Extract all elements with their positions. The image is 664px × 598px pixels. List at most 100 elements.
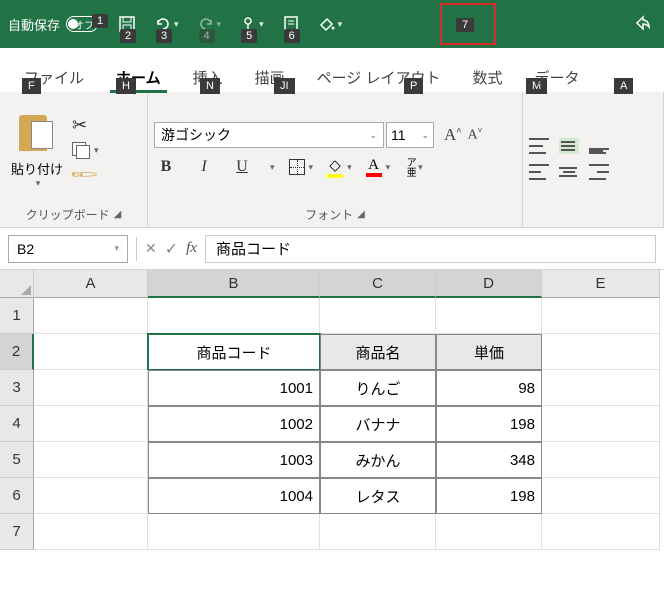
cell[interactable]	[542, 334, 660, 370]
save-button[interactable]: 2	[118, 15, 136, 33]
cut-button[interactable]: ✂	[72, 115, 99, 136]
cell[interactable]: バナナ	[320, 406, 436, 442]
align-center-button[interactable]	[559, 164, 579, 180]
underline-button[interactable]: U	[230, 158, 254, 176]
cell[interactable]	[34, 514, 148, 550]
col-header-E[interactable]: E	[542, 270, 660, 298]
fx-button[interactable]: fx	[186, 240, 197, 257]
tab-data[interactable]: データ	[521, 61, 594, 92]
bold-button[interactable]: B	[154, 158, 178, 176]
cell[interactable]	[320, 298, 436, 334]
key-badge-3: 3	[156, 29, 172, 43]
font-name-select[interactable]: 游ゴシック⌄	[154, 122, 384, 148]
cell[interactable]: りんご	[320, 370, 436, 406]
fill-color-button[interactable]: ◇ ▾	[327, 156, 352, 178]
spreadsheet-grid: A B C D E 1 2 商品コード 商品名 単価 3 1001 りんご 98…	[0, 270, 664, 550]
key-badge-4: 4	[199, 29, 215, 43]
cell-B2[interactable]: 商品コード	[148, 334, 320, 370]
tab-formula[interactable]: 数式	[458, 61, 516, 92]
cancel-formula-button[interactable]: ✕	[145, 240, 157, 257]
font-color-button[interactable]: A ▾	[366, 158, 391, 177]
cell[interactable]	[148, 514, 320, 550]
cell[interactable]: レタス	[320, 478, 436, 514]
name-box[interactable]: B2▾	[8, 235, 128, 263]
cell[interactable]	[34, 334, 148, 370]
formula-input[interactable]: 商品コード	[205, 235, 656, 263]
select-all-corner[interactable]	[0, 270, 34, 298]
font-launcher[interactable]: ◢	[357, 209, 365, 220]
cell[interactable]: 198	[436, 406, 542, 442]
undo-button[interactable]: ▾ 3	[154, 15, 179, 33]
ribbon: 貼り付け ▾ ✂ ▾ 🖌 クリップボード◢ 游ゴシック⌄ 11⌄ A˄ A˅ B	[0, 92, 664, 228]
redo-button[interactable]: ▾ 4	[197, 15, 222, 33]
cell[interactable]	[34, 478, 148, 514]
shrink-font-button[interactable]: A˅	[468, 126, 483, 144]
cell[interactable]	[320, 514, 436, 550]
font-color-icon: A	[368, 158, 379, 173]
format-painter-qat[interactable]: ▾	[318, 15, 343, 33]
touch-mode-button[interactable]: ▾ 5	[239, 15, 264, 33]
cell[interactable]	[542, 514, 660, 550]
cell[interactable]: 348	[436, 442, 542, 478]
cell[interactable]	[34, 442, 148, 478]
cell[interactable]: 1003	[148, 442, 320, 478]
cell[interactable]	[542, 298, 660, 334]
cell[interactable]	[542, 370, 660, 406]
print-preview-button[interactable]: 6	[282, 15, 300, 33]
borders-button[interactable]: ▾	[289, 159, 314, 175]
italic-button[interactable]: I	[192, 158, 216, 176]
cell[interactable]: みかん	[320, 442, 436, 478]
col-header-A[interactable]: A	[34, 270, 148, 298]
col-header-B[interactable]: B	[148, 270, 320, 298]
autosave-toggle[interactable]: 自動保存 オフ	[8, 15, 98, 34]
cell[interactable]	[34, 298, 148, 334]
enter-formula-button[interactable]: ✓	[165, 239, 178, 259]
cell[interactable]	[148, 298, 320, 334]
cell[interactable]	[436, 298, 542, 334]
row-header-2[interactable]: 2	[0, 334, 34, 370]
row-header-5[interactable]: 5	[0, 442, 34, 478]
row-header-4[interactable]: 4	[0, 406, 34, 442]
align-top-button[interactable]	[529, 138, 549, 154]
copy-icon	[72, 142, 90, 158]
cell-C2[interactable]: 商品名	[320, 334, 436, 370]
align-left-button[interactable]	[529, 164, 549, 180]
cell[interactable]	[34, 406, 148, 442]
cell[interactable]: 1001	[148, 370, 320, 406]
fill-icon: ◇	[329, 156, 341, 174]
align-bottom-button[interactable]	[589, 138, 609, 154]
col-header-D[interactable]: D	[436, 270, 542, 298]
share-button[interactable]	[634, 14, 652, 35]
cell[interactable]	[436, 514, 542, 550]
cell[interactable]	[542, 478, 660, 514]
font-size-select[interactable]: 11⌄	[386, 122, 434, 148]
copy-button[interactable]: ▾	[72, 142, 99, 158]
cell[interactable]	[542, 406, 660, 442]
clipboard-group: 貼り付け ▾ ✂ ▾ 🖌 クリップボード◢	[0, 92, 148, 227]
col-header-C[interactable]: C	[320, 270, 436, 298]
key-badge-7: 7	[456, 18, 474, 32]
format-painter-button[interactable]: 🖌	[72, 164, 99, 185]
cell[interactable]	[542, 442, 660, 478]
row-header-7[interactable]: 7	[0, 514, 34, 550]
cell[interactable]: 1002	[148, 406, 320, 442]
phonetic-button[interactable]: ア亜▾	[404, 157, 423, 177]
paste-button[interactable]: 貼り付け ▾	[6, 111, 68, 189]
cell[interactable]: 1004	[148, 478, 320, 514]
cell[interactable]: 98	[436, 370, 542, 406]
row-header-3[interactable]: 3	[0, 370, 34, 406]
cell[interactable]	[34, 370, 148, 406]
align-middle-button[interactable]	[559, 138, 579, 154]
cell-D2[interactable]: 単価	[436, 334, 542, 370]
tab-layout[interactable]: ページ レイアウト	[303, 61, 455, 92]
alignment-group	[523, 92, 664, 227]
cell[interactable]: 198	[436, 478, 542, 514]
clipboard-launcher[interactable]: ◢	[114, 209, 122, 220]
align-right-button[interactable]	[589, 164, 609, 180]
grow-font-button[interactable]: A˄	[444, 125, 462, 145]
tab-home[interactable]: ホーム	[102, 61, 175, 92]
row-header-1[interactable]: 1	[0, 298, 34, 334]
row-header-6[interactable]: 6	[0, 478, 34, 514]
brush-icon: 🖌	[68, 159, 99, 190]
key-badge-1: 1	[92, 14, 108, 28]
